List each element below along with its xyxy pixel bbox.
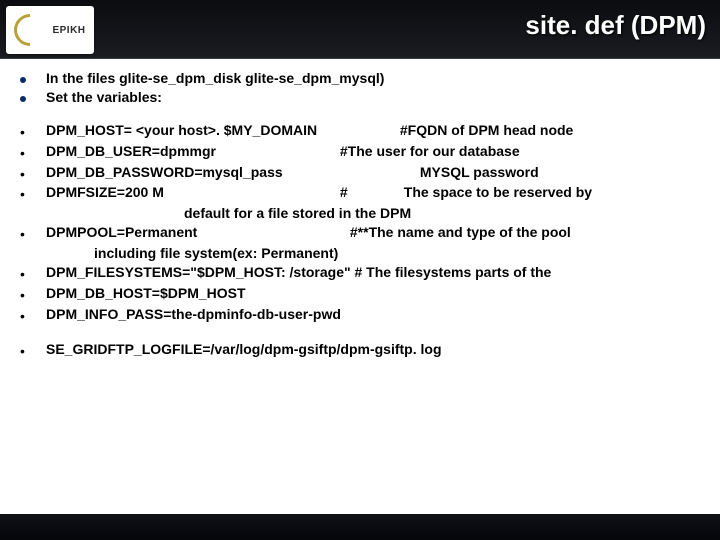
comment-part: MYSQL password (420, 164, 539, 180)
swirl-icon (8, 7, 53, 52)
line-content: DPM_DB_HOST=$DPM_HOST (46, 284, 706, 303)
hash-part: # (340, 183, 400, 202)
var-part: DPM_DB_PASSWORD=mysql_pass (46, 163, 416, 182)
line-dpmpool: • DPMPOOL=Permanent #**The name and type… (14, 223, 706, 244)
line-content: DPM_INFO_PASS=the-dpminfo-db-user-pwd (46, 305, 706, 324)
bullet-dot-icon: • (14, 121, 46, 142)
comment-part: The space to be reserved by (404, 184, 592, 200)
logo-inner: EPIKH (14, 14, 85, 46)
bullet-disc-icon (14, 88, 46, 107)
bullet-dot-icon: • (14, 142, 46, 163)
line-content: DPMFSIZE=200 M # The space to be reserve… (46, 183, 706, 202)
bullet-dot-icon: • (14, 340, 46, 361)
slide-footer (0, 514, 720, 540)
var-part: DPM_HOST= <your host>. $MY_DOMAIN (46, 121, 396, 140)
intro-row-2: Set the variables: (14, 88, 706, 107)
line-dpm-db-host: • DPM_DB_HOST=$DPM_HOST (14, 284, 706, 305)
line-dpm-info-pass: • DPM_INFO_PASS=the-dpminfo-db-user-pwd (14, 305, 706, 326)
comment-part: #FQDN of DPM head node (400, 122, 573, 138)
bullet-dot-icon: • (14, 163, 46, 184)
slide-body: In the files glite-se_dpm_disk glite-se_… (0, 59, 720, 361)
wrapped-line-default: default for a file stored in the DPM (14, 204, 706, 223)
line-content: DPM_FILESYSTEMS="$DPM_HOST: /storage" # … (46, 263, 706, 282)
bullet-dot-icon: • (14, 263, 46, 284)
intro-line-1: In the files glite-se_dpm_disk glite-se_… (46, 69, 706, 88)
var-part: DPMFSIZE=200 M (46, 183, 336, 202)
bullet-disc-icon (14, 69, 46, 88)
bullet-dot-icon: • (14, 284, 46, 305)
bullet-dot-icon: • (14, 305, 46, 326)
var-part: DPM_DB_USER=dpmmgr (46, 142, 336, 161)
bullet-dot-icon: • (14, 183, 46, 204)
intro-line-2: Set the variables: (46, 88, 706, 107)
line-dpm-db-user: • DPM_DB_USER=dpmmgr #The user for our d… (14, 142, 706, 163)
comment-part: #The user for our database (340, 143, 520, 159)
line-dpm-db-password: • DPM_DB_PASSWORD=mysql_pass MYSQL passw… (14, 163, 706, 184)
var-part: DPMPOOL=Permanent (46, 223, 346, 242)
comment-part: #**The name and type of the pool (350, 224, 571, 240)
logo-text: EPIKH (52, 25, 85, 36)
line-dpmfsize: • DPMFSIZE=200 M # The space to be reser… (14, 183, 706, 204)
wrapped-line-including: including file system(ex: Permanent) (14, 244, 706, 263)
bullet-dot-icon: • (14, 223, 46, 244)
slide-header: EPIKH site. def (DPM) (0, 0, 720, 59)
line-content: DPM_HOST= <your host>. $MY_DOMAIN #FQDN … (46, 121, 706, 140)
line-dpm-filesystems: • DPM_FILESYSTEMS="$DPM_HOST: /storage" … (14, 263, 706, 284)
page-title: site. def (DPM) (525, 10, 706, 41)
line-dpm-host: • DPM_HOST= <your host>. $MY_DOMAIN #FQD… (14, 121, 706, 142)
line-content: DPMPOOL=Permanent #**The name and type o… (46, 223, 706, 242)
line-content: SE_GRIDFTP_LOGFILE=/var/log/dpm-gsiftp/d… (46, 340, 706, 359)
line-content: DPM_DB_PASSWORD=mysql_pass MYSQL passwor… (46, 163, 706, 182)
logo: EPIKH (6, 6, 94, 54)
intro-row-1: In the files glite-se_dpm_disk glite-se_… (14, 69, 706, 88)
line-content: DPM_DB_USER=dpmmgr #The user for our dat… (46, 142, 706, 161)
line-se-gridftp-logfile: • SE_GRIDFTP_LOGFILE=/var/log/dpm-gsiftp… (14, 340, 706, 361)
